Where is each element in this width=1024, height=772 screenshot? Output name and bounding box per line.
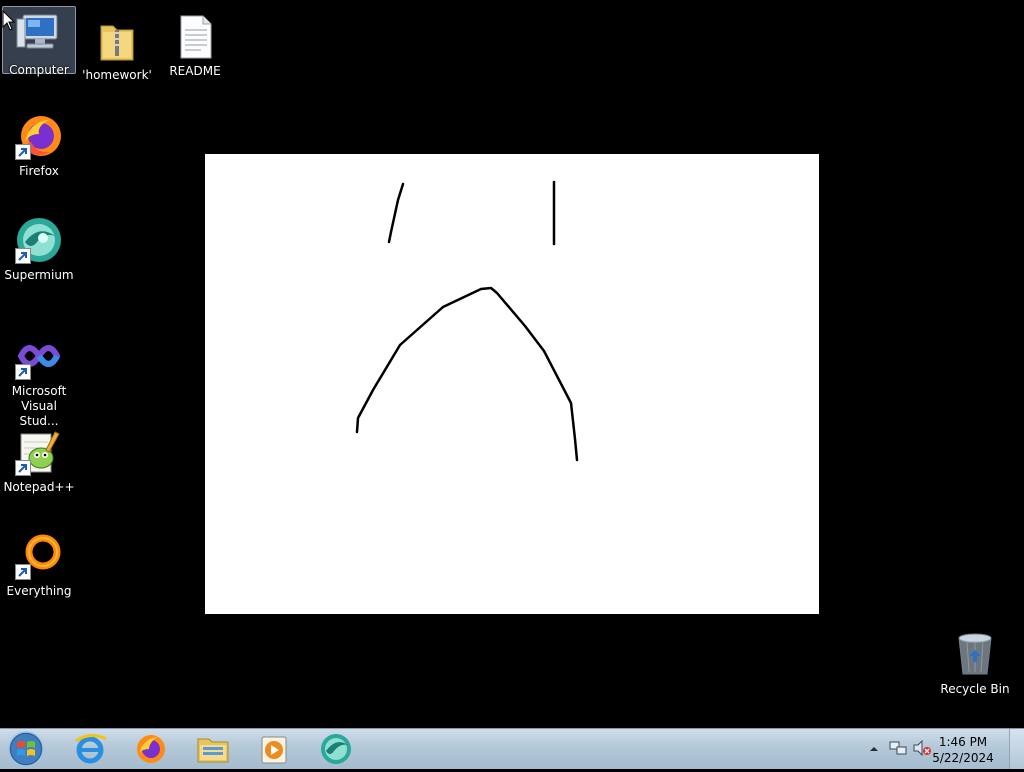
desktop-icon-readme[interactable]: README bbox=[157, 6, 233, 98]
recycle-bin-icon bbox=[951, 630, 999, 678]
clock[interactable]: 1:46 PM 5/22/2024 bbox=[928, 734, 998, 766]
desktop-icon-recycle-bin[interactable]: Recycle Bin bbox=[937, 630, 1013, 722]
shortcut-arrow-icon bbox=[15, 364, 31, 380]
show-hidden-icons-button[interactable] bbox=[868, 741, 880, 755]
firefox-icon bbox=[15, 112, 63, 160]
everything-search-icon bbox=[15, 532, 63, 580]
text-file-icon bbox=[171, 12, 219, 60]
taskbar-supermium-button[interactable] bbox=[308, 731, 364, 767]
media-player-icon bbox=[261, 736, 287, 764]
desktop-icon-visual-studio[interactable]: Microsoft Visual Stud... bbox=[0, 326, 78, 428]
desktop-icon-supermium[interactable]: Supermium bbox=[1, 210, 77, 302]
desktop-icon-firefox[interactable]: Firefox bbox=[1, 106, 77, 198]
taskbar: 1:46 PM 5/22/2024 bbox=[0, 728, 1024, 769]
shortcut-arrow-icon bbox=[15, 144, 31, 160]
taskbar-firefox-button[interactable] bbox=[123, 731, 179, 767]
drawing-canvas[interactable] bbox=[205, 154, 819, 614]
supermium-icon bbox=[15, 216, 63, 264]
desktop-icon-homework-folder[interactable]: 'homework' bbox=[79, 10, 155, 102]
shortcut-arrow-icon bbox=[15, 248, 31, 264]
desktop-icon-everything[interactable]: Everything bbox=[1, 526, 77, 618]
desktop-icon-label: README bbox=[169, 64, 221, 78]
desktop-icon-label: 'homework' bbox=[82, 68, 152, 82]
desktop-icon-label: Notepad++ bbox=[3, 480, 75, 494]
network-tray-button[interactable] bbox=[889, 739, 907, 757]
clock-date: 5/22/2024 bbox=[932, 751, 994, 765]
show-desktop-button[interactable] bbox=[1009, 729, 1024, 769]
taskbar-media-player-button[interactable] bbox=[246, 731, 302, 767]
shortcut-arrow-icon bbox=[15, 564, 31, 580]
clock-time: 1:46 PM bbox=[938, 735, 988, 749]
network-icon bbox=[889, 741, 907, 755]
file-explorer-icon bbox=[197, 738, 229, 763]
start-button[interactable] bbox=[4, 730, 48, 768]
desktop-icon-label: Everything bbox=[6, 584, 72, 598]
desktop: Computer 'homework' README Firefox Super… bbox=[0, 0, 1024, 728]
computer-icon bbox=[15, 11, 63, 59]
internet-explorer-icon bbox=[75, 734, 107, 764]
desktop-icon-label: Firefox bbox=[19, 164, 59, 178]
shortcut-arrow-icon bbox=[15, 460, 31, 476]
visual-studio-icon bbox=[15, 332, 63, 380]
firefox-icon bbox=[137, 735, 165, 763]
desktop-icon-label: Supermium bbox=[4, 268, 74, 282]
sketch-drawing bbox=[355, 180, 579, 462]
taskbar-file-explorer-button[interactable] bbox=[185, 731, 241, 767]
notepad-plus-plus-icon bbox=[15, 428, 63, 476]
zip-folder-icon bbox=[93, 16, 141, 64]
sketch-stroke-mouth bbox=[355, 286, 579, 462]
desktop-icon-label: Computer bbox=[9, 63, 69, 77]
desktop-icon-label: Recycle Bin bbox=[940, 682, 1010, 696]
desktop-icon-notepad-plus-plus[interactable]: Notepad++ bbox=[1, 422, 77, 514]
supermium-icon bbox=[321, 734, 351, 764]
chevron-up-icon bbox=[870, 747, 878, 751]
sketch-stroke-left-eye bbox=[387, 182, 405, 244]
taskbar-internet-explorer-button[interactable] bbox=[62, 731, 118, 767]
mouse-cursor bbox=[2, 9, 16, 36]
